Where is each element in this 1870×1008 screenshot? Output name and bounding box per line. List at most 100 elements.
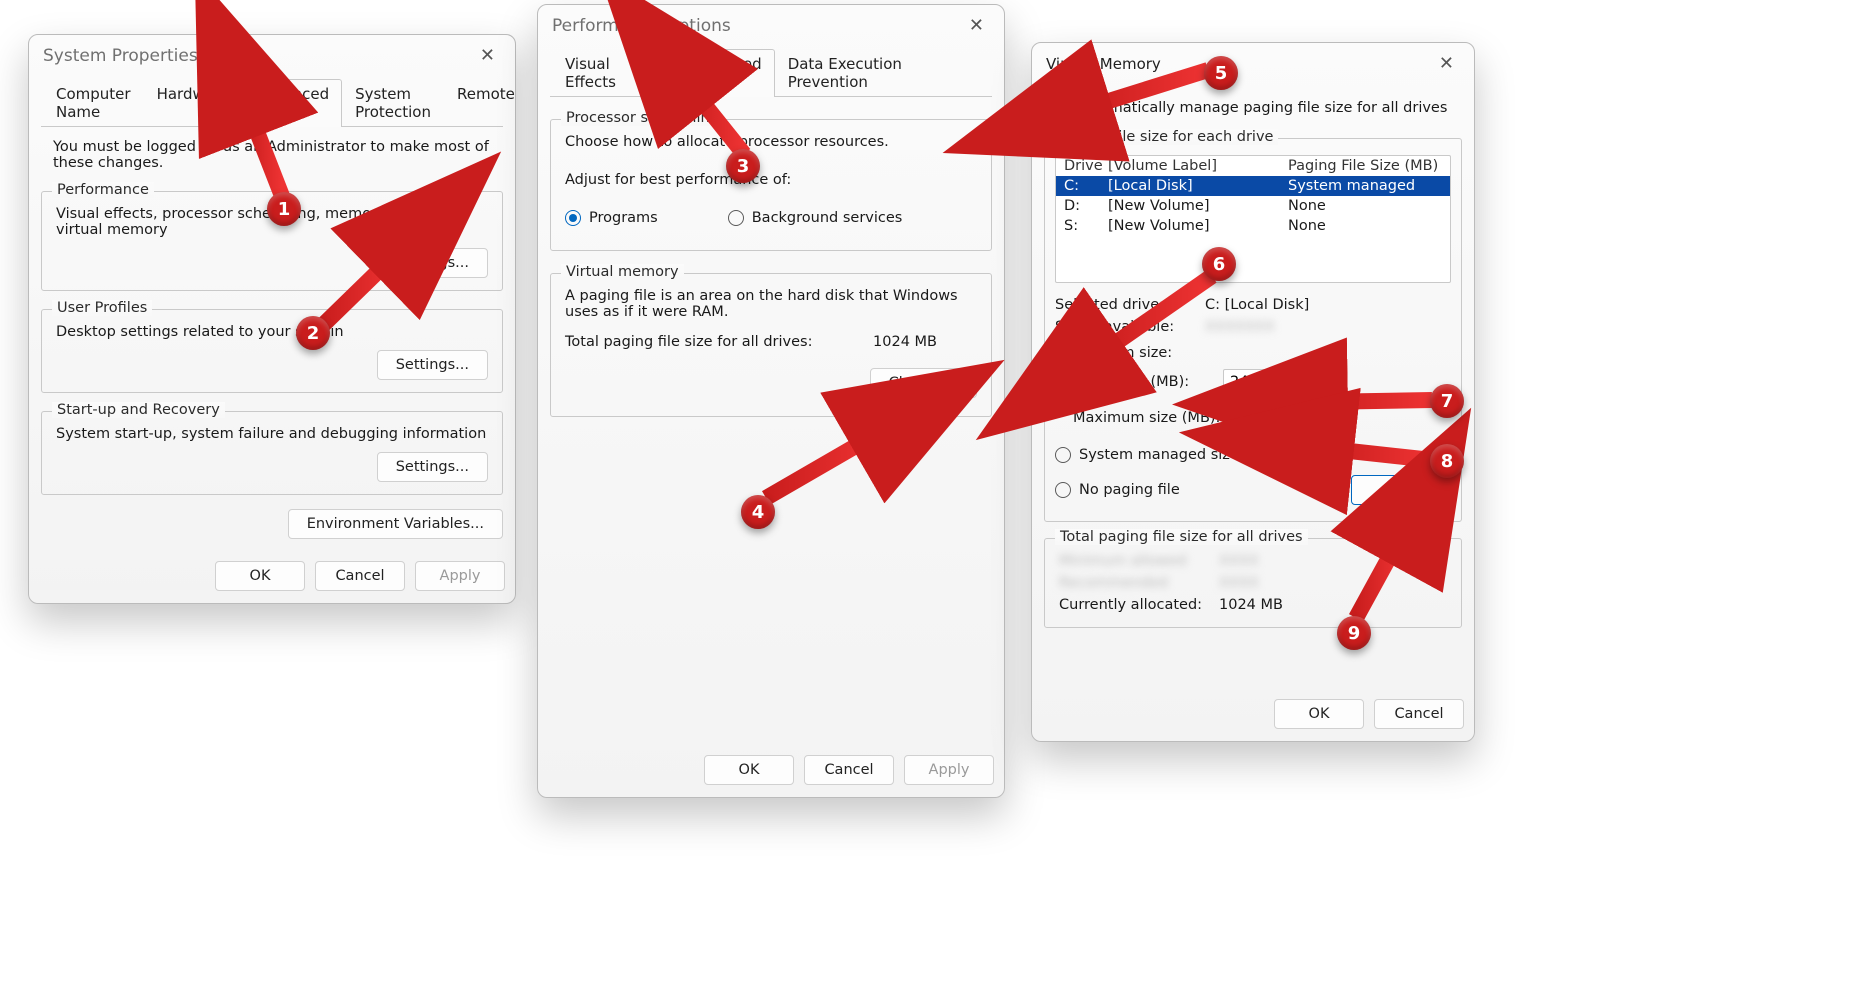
group-startup-recovery-desc: System start-up, system failure and debu… — [56, 426, 488, 442]
proc-sched-legend: Processor scheduling — [561, 110, 724, 126]
tab-remote[interactable]: Remote — [444, 79, 516, 127]
perfopt-title: Performance Options — [552, 16, 731, 36]
group-performance-legend: Performance — [52, 182, 154, 198]
totals-blur-value2: XXXX — [1219, 575, 1447, 591]
user-profiles-settings-button[interactable]: Settings... — [377, 350, 488, 380]
totals-blur-value1: XXXX — [1219, 553, 1447, 569]
tab-dep[interactable]: Data Execution Prevention — [775, 49, 992, 97]
proc-sched-desc: Choose how to allocate processor resourc… — [565, 134, 977, 150]
sysprop-button-row: OK Cancel Apply — [29, 551, 515, 603]
sysprop-ok-button[interactable]: OK — [215, 561, 305, 591]
radio-dot-icon — [1055, 482, 1071, 498]
annotation-8: 8 — [1430, 444, 1464, 478]
initial-size-input[interactable] — [1223, 369, 1333, 395]
hdr-drive: Drive — [1064, 158, 1108, 174]
radio-system-managed[interactable]: System managed size — [1055, 447, 1239, 463]
radio-dot-icon — [1055, 447, 1071, 463]
close-icon[interactable]: ✕ — [963, 15, 990, 37]
drive-row-c[interactable]: C: [Local Disk] System managed — [1056, 176, 1450, 196]
group-user-profiles: User Profiles Desktop settings related t… — [41, 309, 503, 393]
selected-drive-label: Selected drive: — [1055, 297, 1205, 313]
drive-letter: C: — [1064, 178, 1108, 194]
vmem-total-value: 1024 MB — [873, 334, 937, 350]
radio-custom-size[interactable]: Custom size: — [1055, 345, 1172, 361]
drive-size: None — [1288, 218, 1442, 234]
set-button[interactable]: Set — [1351, 475, 1451, 505]
tab-hardware[interactable]: Hardware — [144, 79, 242, 127]
close-icon[interactable]: ✕ — [474, 45, 501, 67]
drive-size: None — [1288, 198, 1442, 214]
tab-computer-name[interactable]: Computer Name — [43, 79, 144, 127]
annotation-6: 6 — [1202, 247, 1236, 281]
totals-blur-label1: Minimum allowed — [1059, 553, 1219, 569]
tab-perf-advanced[interactable]: Advanced — [675, 49, 775, 97]
auto-manage-checkbox[interactable]: Automatically manage paging file size fo… — [1048, 99, 1462, 116]
perfopt-apply-button[interactable]: Apply — [904, 755, 994, 785]
vmem-button-row: OK Cancel — [1032, 689, 1474, 741]
auto-manage-label: Automatically manage paging file size fo… — [1075, 100, 1447, 116]
group-paging-per-drive: Paging file size for each drive Drive [V… — [1044, 138, 1462, 522]
admin-notice: You must be logged on as an Administrato… — [41, 127, 503, 173]
sysprop-titlebar: System Properties ✕ — [29, 35, 515, 71]
annotation-9: 9 — [1337, 616, 1371, 650]
group-virtual-memory: Virtual memory A paging file is an area … — [550, 273, 992, 417]
custom-size-label: Custom size: — [1079, 345, 1172, 361]
perfopt-tabs: Visual Effects Advanced Data Execution P… — [550, 49, 992, 97]
radio-dot-icon — [1055, 345, 1071, 361]
total-paging-legend: Total paging file size for all drives — [1055, 529, 1308, 545]
radio-programs[interactable]: Programs — [565, 210, 658, 226]
environment-variables-button[interactable]: Environment Variables... — [288, 509, 503, 539]
annotation-2: 2 — [296, 316, 330, 350]
drive-row-s[interactable]: S: [New Volume] None — [1056, 216, 1450, 236]
drive-label: [Local Disk] — [1108, 178, 1288, 194]
sysprop-cancel-button[interactable]: Cancel — [315, 561, 405, 591]
totals-blur-label2: Recommended — [1059, 575, 1219, 591]
close-icon[interactable]: ✕ — [1433, 53, 1460, 75]
radio-programs-label: Programs — [589, 210, 658, 226]
maximum-size-input[interactable] — [1223, 405, 1333, 431]
vmem-total-label: Total paging file size for all drives: — [565, 334, 812, 350]
initial-size-label: Initial size (MB): — [1073, 374, 1223, 390]
annotation-7: 7 — [1430, 384, 1464, 418]
perfopt-cancel-button[interactable]: Cancel — [804, 755, 894, 785]
sysprop-apply-button[interactable]: Apply — [415, 561, 505, 591]
startup-settings-button[interactable]: Settings... — [377, 452, 488, 482]
vmem-desc: A paging file is an area on the hard dis… — [565, 288, 977, 320]
tab-visual-effects[interactable]: Visual Effects — [552, 49, 675, 97]
vmem-titlebar: Virtual Memory ✕ — [1032, 43, 1474, 85]
drive-row-d[interactable]: D: [New Volume] None — [1056, 196, 1450, 216]
drive-list-header: Drive [Volume Label] Paging File Size (M… — [1056, 156, 1450, 176]
radio-background-label: Background services — [752, 210, 903, 226]
drive-label: [New Volume] — [1108, 198, 1288, 214]
vmem-title: Virtual Memory — [1046, 55, 1161, 73]
group-processor-scheduling: Processor scheduling Choose how to alloc… — [550, 119, 992, 251]
sysprop-title: System Properties — [43, 46, 198, 66]
hdr-label: [Volume Label] — [1108, 158, 1288, 174]
virtual-memory-dialog: Virtual Memory ✕ Automatically manage pa… — [1031, 42, 1475, 742]
drive-list[interactable]: Drive [Volume Label] Paging File Size (M… — [1055, 155, 1451, 283]
group-startup-recovery-legend: Start-up and Recovery — [52, 402, 225, 418]
group-user-profiles-desc: Desktop settings related to your sign-in — [56, 324, 488, 340]
perfopt-titlebar: Performance Options ✕ — [538, 5, 1004, 41]
tab-advanced[interactable]: Advanced — [242, 79, 342, 127]
radio-no-paging-file[interactable]: No paging file — [1055, 482, 1180, 498]
vmem-change-button[interactable]: Change... — [870, 368, 977, 398]
perfopt-ok-button[interactable]: OK — [704, 755, 794, 785]
vmem-cancel-button[interactable]: Cancel — [1374, 699, 1464, 729]
hdr-size: Paging File Size (MB) — [1288, 158, 1442, 174]
radio-background-services[interactable]: Background services — [728, 210, 903, 226]
no-paging-label: No paging file — [1079, 482, 1180, 498]
radio-dot-icon — [565, 210, 581, 226]
tab-system-protection[interactable]: System Protection — [342, 79, 444, 127]
perfopt-button-row: OK Cancel Apply — [538, 745, 1004, 797]
space-available-value: XXXXXXX — [1205, 319, 1451, 335]
checkbox-box-icon — [1048, 99, 1065, 116]
currently-allocated-value: 1024 MB — [1219, 597, 1447, 613]
annotation-4: 4 — [741, 495, 775, 529]
vmem-ok-button[interactable]: OK — [1274, 699, 1364, 729]
annotation-5: 5 — [1204, 56, 1238, 90]
drive-label: [New Volume] — [1108, 218, 1288, 234]
performance-settings-button[interactable]: Settings... — [377, 248, 488, 278]
system-managed-label: System managed size — [1079, 447, 1239, 463]
maximum-size-label: Maximum size (MB): — [1073, 410, 1223, 426]
